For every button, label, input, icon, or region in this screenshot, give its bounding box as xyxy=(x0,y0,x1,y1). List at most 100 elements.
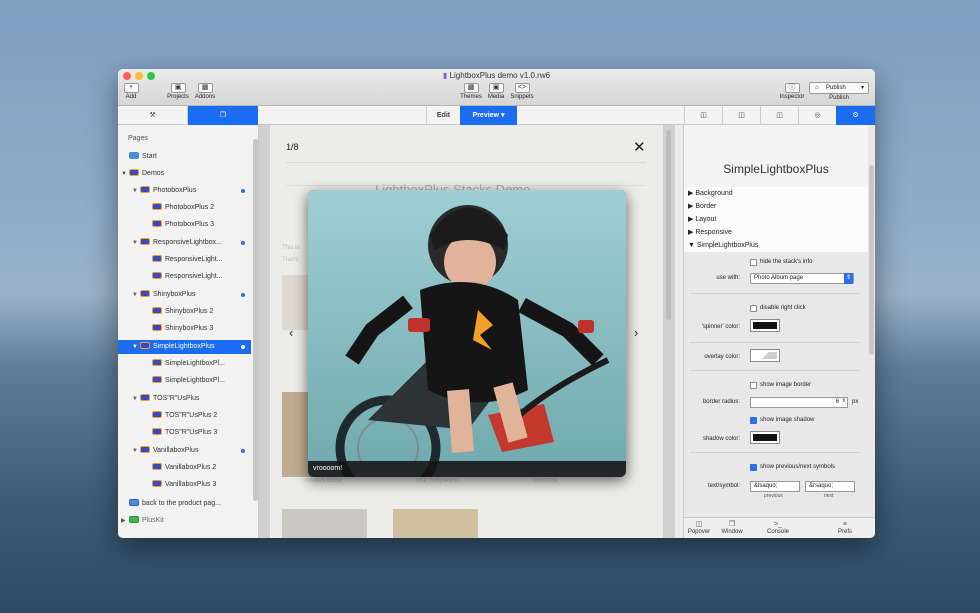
console-button[interactable]: >_ Console xyxy=(762,520,794,535)
tab-preview[interactable]: Preview ▾ xyxy=(460,106,517,125)
snippets-label: Snippets xyxy=(510,94,534,100)
section-background[interactable]: ▶ Background xyxy=(684,187,868,200)
previous-symbol-field[interactable]: &lsaquo; xyxy=(750,481,800,492)
sidebar-item-tosrusplus-2[interactable]: TOS"R"UsPlus 2 xyxy=(118,409,251,423)
hide-info-checkbox[interactable] xyxy=(750,259,757,266)
gear-icon: ⚙ xyxy=(852,112,859,119)
sidebar-item-start[interactable]: Start xyxy=(118,150,251,164)
hide-info-row: hide the stack's info xyxy=(684,255,868,271)
show-image-border-checkbox[interactable] xyxy=(750,382,757,389)
border-radius-label: border radius: xyxy=(702,399,740,405)
sliders-icon: ≡ xyxy=(842,521,848,528)
sidebar-item-demos[interactable]: ▼ Demos xyxy=(118,167,251,181)
sidebar-item-tosrusplus[interactable]: ▼ TOS"R"UsPlus xyxy=(118,392,251,406)
next-caption: next xyxy=(824,493,834,499)
sidebar-item-tosrusplus-3[interactable]: TOS"R"UsPlus 3 xyxy=(118,426,251,440)
inspector-button[interactable]: ⓘ Inspector xyxy=(778,83,806,100)
publish-label: Publish xyxy=(829,95,849,101)
tab-layout[interactable]: ◫ xyxy=(684,106,722,125)
disclosure-triangle-icon: ▼ xyxy=(132,344,138,350)
snippets-button[interactable]: <> Snippets xyxy=(509,83,535,100)
preview-scrollbar[interactable] xyxy=(666,130,671,320)
use-with-row: use with: Photo Album page ⇕ xyxy=(684,271,868,287)
sidebar-item-photoboxplus-2[interactable]: PhotoboxPlus 2 xyxy=(118,201,251,215)
home-page-icon xyxy=(129,152,139,159)
publish-button[interactable]: ⌂ Publish ▾ xyxy=(809,82,869,94)
sidebar-item-label: VanillaboxPlus 3 xyxy=(165,481,217,488)
section-layout[interactable]: ▶ Layout xyxy=(684,213,868,226)
popover-icon: ◫ xyxy=(695,521,703,528)
show-prev-next-checkbox[interactable] xyxy=(750,464,757,471)
sidebar-item-responsivelightbox[interactable]: ▼ ResponsiveLightbox... xyxy=(118,236,251,250)
inspector-scrollbar[interactable] xyxy=(869,165,874,355)
addons-button[interactable]: ▩ Addons xyxy=(193,83,217,100)
close-icon[interactable]: ✕ xyxy=(633,138,646,156)
section-label: Responsive xyxy=(695,229,732,236)
sidebar-item-responsivelight-3[interactable]: ResponsiveLight... xyxy=(118,270,251,284)
tab-page-settings[interactable]: ◫ xyxy=(722,106,760,125)
disclosure-triangle-icon: ▶ xyxy=(688,190,694,197)
tab-tools[interactable]: ⚒ xyxy=(118,106,188,125)
text-symbol-row: text/symbol: &lsaquo; &rsaquo; xyxy=(684,478,868,494)
popover-label: Popover xyxy=(687,529,711,535)
section-responsive[interactable]: ▶ Responsive xyxy=(684,226,868,239)
tab-stack-settings[interactable]: ⚙ xyxy=(836,106,875,125)
tab-edit[interactable]: Edit xyxy=(426,106,460,125)
section-border[interactable]: ▶ Border xyxy=(684,200,868,213)
sidebar-item-vanillaboxplus-2[interactable]: VanillaboxPlus 2 xyxy=(118,461,251,475)
show-image-shadow-checkbox[interactable] xyxy=(750,417,757,424)
section-simplelightboxplus[interactable]: ▼ SimpleLightboxPlus xyxy=(684,239,868,252)
tab-site-settings[interactable]: ◫ xyxy=(760,106,798,125)
sidebar-item-shinyboxplus-3[interactable]: ShinyboxPlus 3 xyxy=(118,322,251,336)
tab-bar: ⚒ ❐ Edit Preview ▾ ◫ ◫ ◫ ◎ ⚙ xyxy=(118,106,875,125)
media-button[interactable]: ▣ Media xyxy=(485,83,507,100)
border-radius-row: border radius: 6 ⇕ px xyxy=(684,395,868,411)
add-button[interactable]: + Add xyxy=(122,83,140,100)
house-icon: ⌂ xyxy=(815,85,819,91)
sidebar-item-simplelightboxpl-3[interactable]: SimpleLightboxPl... xyxy=(118,374,251,388)
tab-pages[interactable]: ❐ xyxy=(188,106,258,125)
border-radius-field[interactable]: 6 ⇕ xyxy=(750,397,848,408)
next-symbol-field[interactable]: &rsaquo; xyxy=(805,481,855,492)
app-window: ▮ LightboxPlus demo v1.0.rw6 + Add ▣ Proje… xyxy=(118,69,875,538)
overlay-color-swatch[interactable] xyxy=(750,349,780,362)
lightbox-image[interactable]: vroooom! xyxy=(308,190,626,477)
publish-button-label: Publish xyxy=(826,85,846,91)
show-image-border-row: show image border xyxy=(684,378,868,394)
sidebar-item-shinyboxplus[interactable]: ▼ ShinyboxPlus xyxy=(118,288,251,302)
sidebar-item-photoboxplus[interactable]: ▼ PhotoboxPlus xyxy=(118,184,251,198)
code-icon: <> xyxy=(514,83,530,93)
disable-right-click-checkbox[interactable] xyxy=(750,305,757,312)
sidebar-item-label: PhotoboxPlus xyxy=(153,187,197,194)
sidebar-item-shinyboxplus-2[interactable]: ShinyboxPlus 2 xyxy=(118,305,251,319)
chevron-right-icon[interactable]: › xyxy=(634,325,638,340)
sidebar-item-pluskit[interactable]: ▶ PlusKit xyxy=(118,514,251,528)
sidebar-item-vanillaboxplus-3[interactable]: VanillaboxPlus 3 xyxy=(118,478,251,492)
inspector-bottom-bar: ◫ Popover ❐ Window >_ Console ≡ Prefs xyxy=(683,517,875,538)
sidebar-item-label: Demos xyxy=(142,170,165,177)
use-with-select[interactable]: Photo Album page ⇕ xyxy=(750,273,854,284)
projects-button[interactable]: ▣ Projects xyxy=(166,83,190,100)
tab-resources[interactable]: ◎ xyxy=(798,106,836,125)
stacks-page-icon xyxy=(152,359,162,366)
disclosure-triangle-icon: ▼ xyxy=(132,240,138,246)
chevron-left-icon[interactable]: ‹ xyxy=(289,325,293,340)
info-icon: ⓘ xyxy=(784,83,800,93)
section-label: SimpleLightboxPlus xyxy=(696,242,759,249)
themes-button[interactable]: ▩ Themes xyxy=(459,83,483,100)
prefs-button[interactable]: ≡ Prefs xyxy=(832,520,858,535)
sidebar-item-responsivelight-2[interactable]: ResponsiveLight... xyxy=(118,253,251,267)
sidebar-item-back-to-product[interactable]: back to the product pag... xyxy=(118,497,251,511)
sidebar-scrollbar[interactable] xyxy=(253,139,258,501)
sidebar-item-simplelightboxpl-2[interactable]: SimpleLightboxPl... xyxy=(118,357,251,371)
inspector-panel: SimpleLightboxPlus ▶ Background ▶ Border… xyxy=(683,125,875,517)
sidebar-item-photoboxplus-3[interactable]: PhotoboxPlus 3 xyxy=(118,218,251,232)
show-prev-next-label: show previous/next symbols xyxy=(760,464,836,470)
spinner-color-swatch[interactable] xyxy=(750,319,780,332)
popover-button[interactable]: ◫ Popover xyxy=(684,520,714,535)
shadow-color-swatch[interactable] xyxy=(750,431,780,444)
sidebar-item-simplelightboxplus[interactable]: ▼ SimpleLightboxPlus xyxy=(118,340,251,354)
sidebar-item-vanillaboxplus[interactable]: ▼ VanillaboxPlus xyxy=(118,444,251,458)
stepper-icon[interactable]: ⇕ xyxy=(842,397,846,406)
window-button[interactable]: ❐ Window xyxy=(717,520,747,535)
